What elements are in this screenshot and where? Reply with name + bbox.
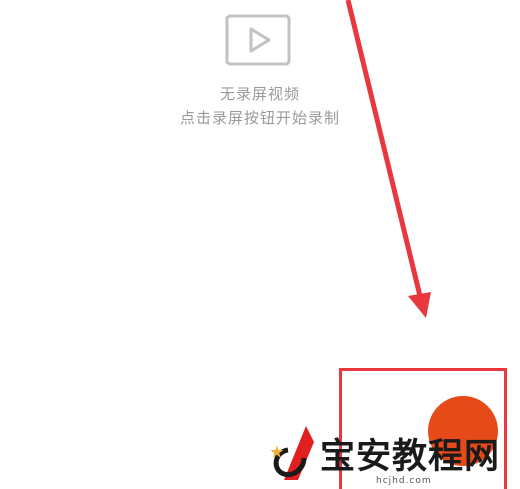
screen: 无录屏视频 点击录屏按钮开始录制 宝安教程网 hcjhd.com — [0, 0, 520, 489]
watermark-brand: 宝安教程网 — [320, 436, 501, 477]
watermark: 宝安教程网 hcjhd.com — [268, 420, 518, 486]
watermark-url: hcjhd.com — [376, 476, 432, 486]
empty-state-title: 无录屏视频 — [219, 85, 300, 103]
video-play-icon — [225, 14, 291, 66]
watermark-logo-icon — [270, 426, 314, 480]
empty-state-hint: 点击录屏按钮开始录制 — [179, 109, 340, 127]
